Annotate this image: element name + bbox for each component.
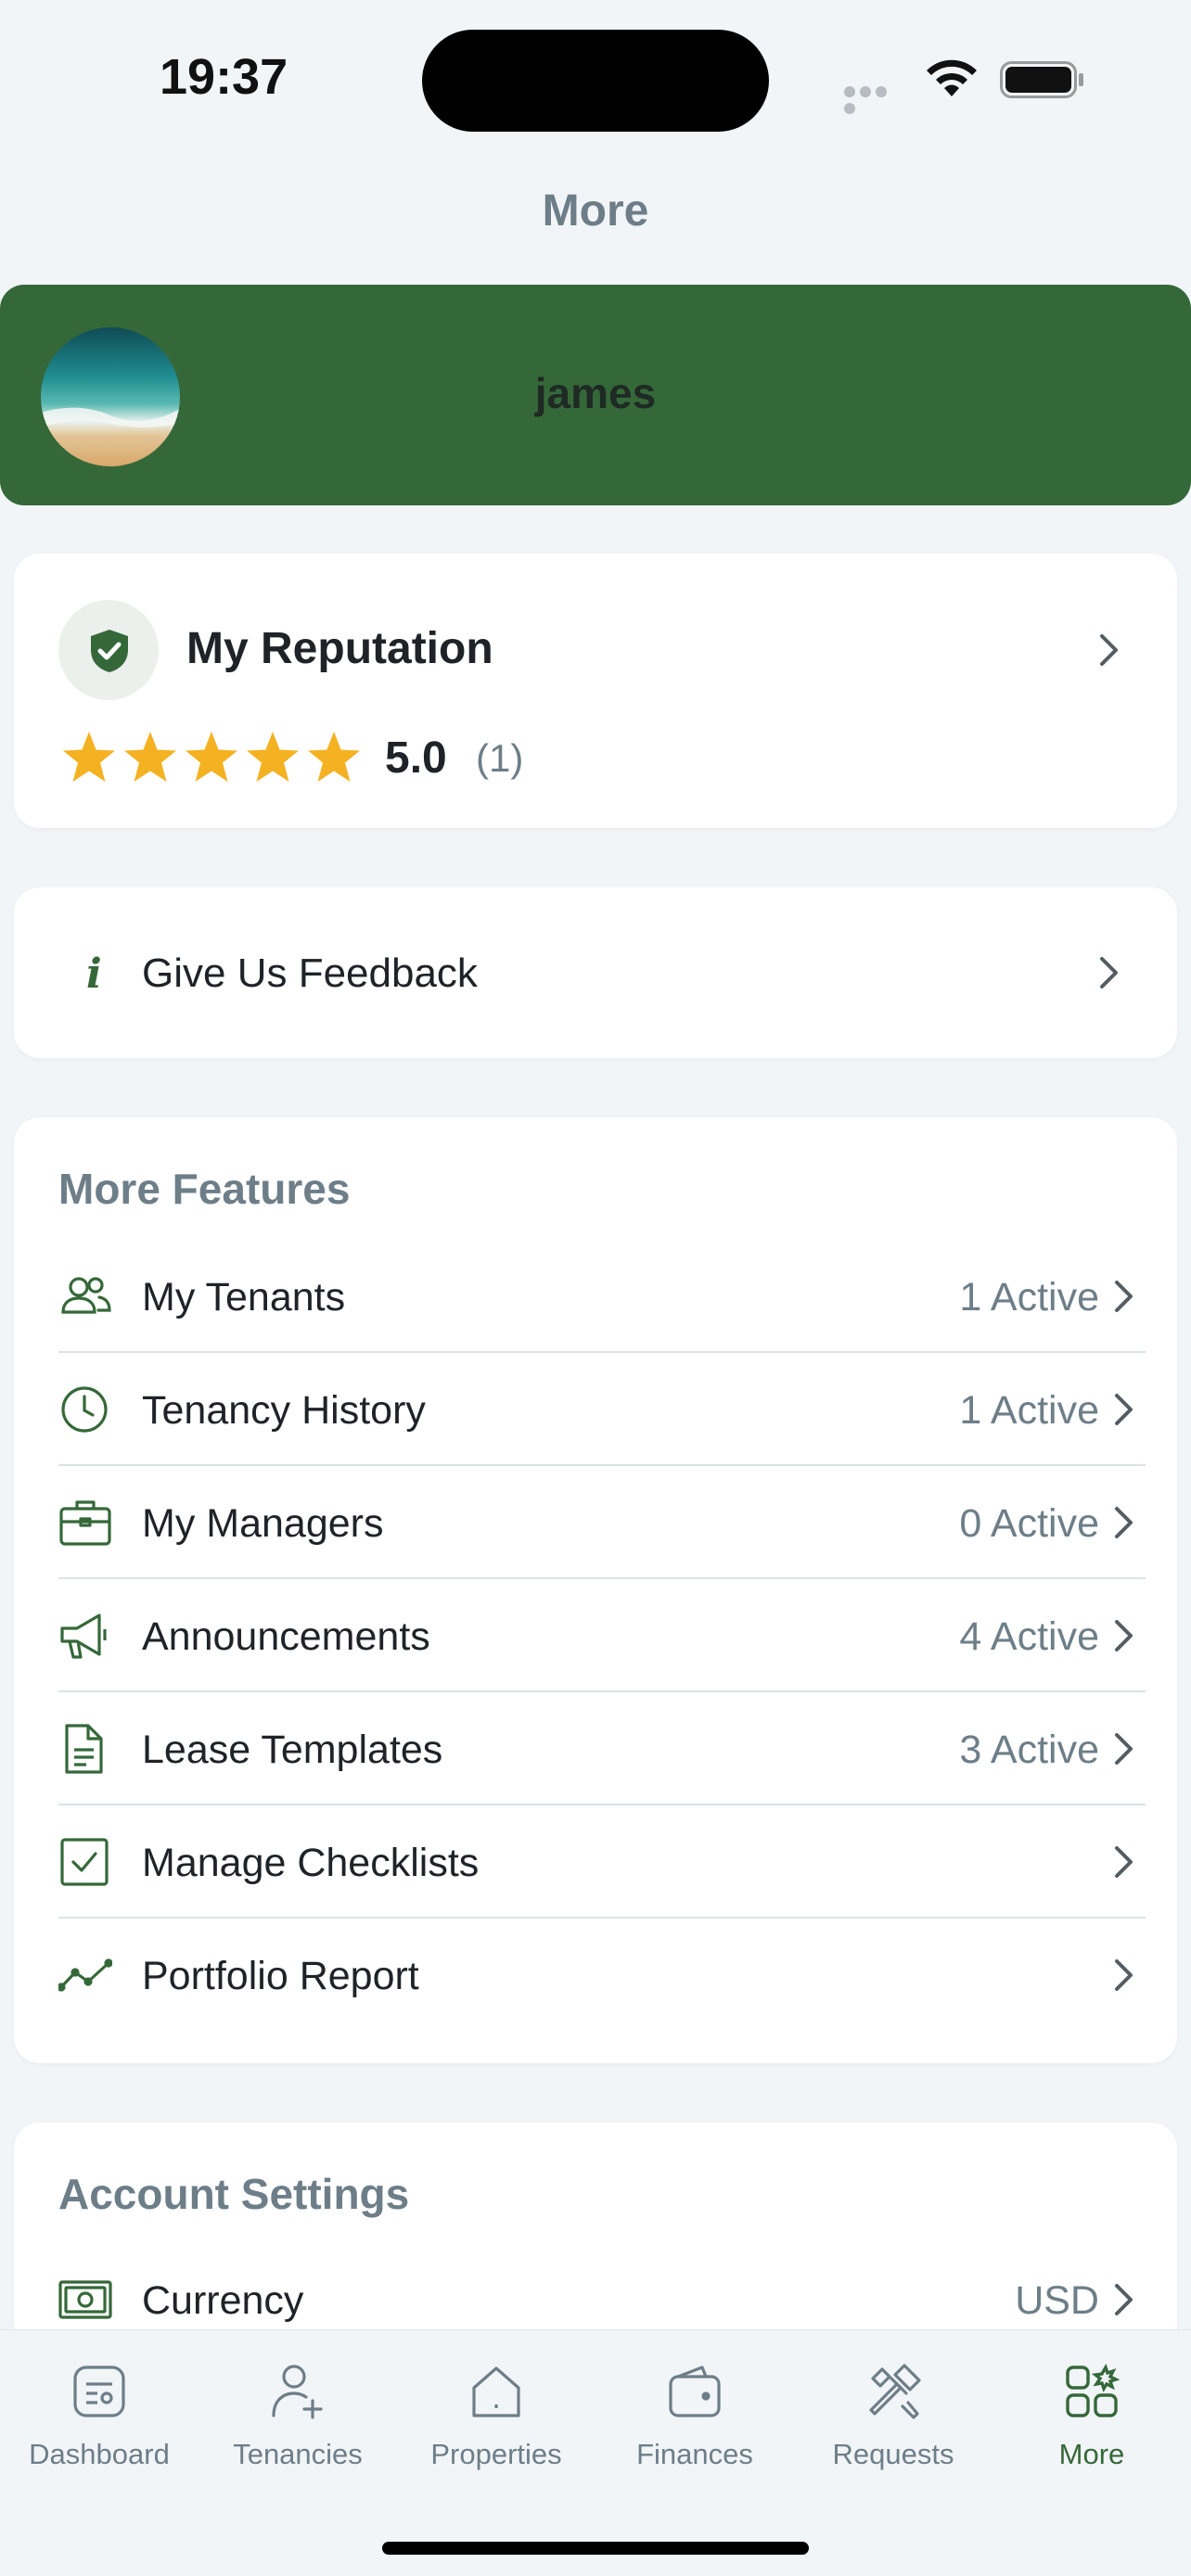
account-settings-title: Account Settings <box>58 2170 410 2218</box>
house-icon <box>472 2366 520 2417</box>
chevron-right-icon <box>1099 633 1120 667</box>
megaphone-icon <box>60 1613 107 1659</box>
home-indicator[interactable] <box>382 2542 809 2555</box>
tab-tenancies[interactable]: Tenancies <box>198 2330 397 2497</box>
briefcase-icon <box>59 1500 111 1546</box>
chevron-right-icon <box>1114 1506 1134 1539</box>
chevron-right-icon <box>1114 1393 1134 1426</box>
feedback-row[interactable]: i Give Us Feedback <box>14 887 1177 1058</box>
feature-count: 1 Active <box>959 1275 1099 1320</box>
feature-count: 1 Active <box>959 1388 1099 1433</box>
feedback-label: Give Us Feedback <box>142 950 478 996</box>
tab-label: Tenancies <box>233 2438 363 2470</box>
feature-count: 4 Active <box>959 1614 1099 1659</box>
info-icon: i <box>86 950 102 998</box>
cellular-signal-icon <box>844 85 905 114</box>
feature-row-tenancy-history[interactable]: Tenancy History 1 Active <box>58 1353 1146 1466</box>
dynamic-island <box>422 30 769 132</box>
chevron-right-icon <box>1114 1958 1134 1992</box>
profile-banner[interactable]: james <box>0 285 1191 505</box>
chevron-right-icon <box>1114 1845 1134 1879</box>
checkbox-icon <box>60 1838 109 1886</box>
tab-label: Dashboard <box>29 2438 170 2470</box>
feature-count: 0 Active <box>959 1501 1099 1546</box>
star-icon <box>308 732 360 782</box>
feature-row-my-managers[interactable]: My Managers 0 Active <box>58 1466 1146 1579</box>
status-time: 19:37 <box>160 49 288 105</box>
feature-row-announcements[interactable]: Announcements 4 Active <box>58 1579 1146 1692</box>
more-features-title: More Features <box>58 1165 351 1213</box>
feature-row-my-tenants[interactable]: My Tenants 1 Active <box>58 1240 1146 1353</box>
tab-label: Finances <box>636 2438 753 2470</box>
feature-label: Tenancy History <box>142 1388 426 1433</box>
people-icon <box>61 1277 111 1314</box>
star-icon <box>124 732 176 782</box>
tab-label: Requests <box>832 2438 954 2470</box>
shield-check-icon <box>91 630 128 672</box>
star-rating <box>60 728 366 785</box>
dashboard-icon <box>73 2366 125 2417</box>
star-icon <box>63 732 115 782</box>
star-icon <box>186 732 237 782</box>
feature-row-lease-templates[interactable]: Lease Templates 3 Active <box>58 1692 1146 1805</box>
money-icon <box>58 2280 112 2319</box>
feature-row-manage-checklists[interactable]: Manage Checklists <box>58 1805 1146 1919</box>
page-title: More <box>542 186 649 236</box>
chevron-right-icon <box>1114 1280 1134 1313</box>
more-features-card: More Features My Tenants 1 Active Tenanc… <box>14 1117 1177 2063</box>
chevron-right-icon <box>1114 2283 1134 2316</box>
tab-bar: Dashboard Tenancies Properties Finances <box>0 2329 1191 2576</box>
feature-label: Lease Templates <box>142 1728 443 1772</box>
feature-row-portfolio-report[interactable]: Portfolio Report <box>58 1919 1146 2032</box>
tab-label: More <box>1058 2438 1125 2470</box>
document-icon <box>65 1724 103 1774</box>
feature-count: 3 Active <box>959 1728 1099 1772</box>
more-screen: 19:37 More james My Reputation 5.0 (1) i… <box>0 0 1191 2576</box>
chevron-right-icon <box>1114 1619 1134 1652</box>
tab-label: Properties <box>430 2438 562 2470</box>
tab-dashboard[interactable]: Dashboard <box>0 2330 198 2497</box>
star-icon <box>247 732 299 782</box>
reputation-score: 5.0 <box>385 733 447 783</box>
tab-requests[interactable]: Requests <box>794 2330 992 2497</box>
tools-icon <box>869 2364 921 2419</box>
feature-label: My Tenants <box>142 1275 346 1320</box>
status-bar: 19:37 <box>0 0 1191 139</box>
feature-label: My Managers <box>142 1501 384 1546</box>
setting-value: USD <box>1015 2278 1099 2323</box>
tab-more[interactable]: More <box>992 2330 1191 2497</box>
profile-name: james <box>534 369 657 417</box>
reputation-title: My Reputation <box>186 624 493 673</box>
reputation-badge <box>58 600 159 700</box>
grid-icon <box>1066 2363 1121 2417</box>
setting-label: Currency <box>142 2278 304 2323</box>
battery-icon <box>1000 61 1083 98</box>
reputation-count: (1) <box>476 736 524 780</box>
clock-icon <box>61 1386 108 1433</box>
wifi-icon <box>927 59 977 96</box>
feature-label: Portfolio Report <box>142 1954 419 1998</box>
chevron-right-icon <box>1099 956 1120 989</box>
wallet-icon <box>669 2366 721 2417</box>
reputation-card[interactable]: My Reputation 5.0 (1) <box>14 554 1177 828</box>
feature-label: Announcements <box>142 1614 430 1659</box>
tab-properties[interactable]: Properties <box>397 2330 596 2497</box>
tab-finances[interactable]: Finances <box>596 2330 794 2497</box>
feature-label: Manage Checklists <box>142 1841 480 1885</box>
add-person-icon <box>272 2365 323 2419</box>
trend-line-icon <box>58 1958 112 1992</box>
chevron-right-icon <box>1114 1732 1134 1766</box>
